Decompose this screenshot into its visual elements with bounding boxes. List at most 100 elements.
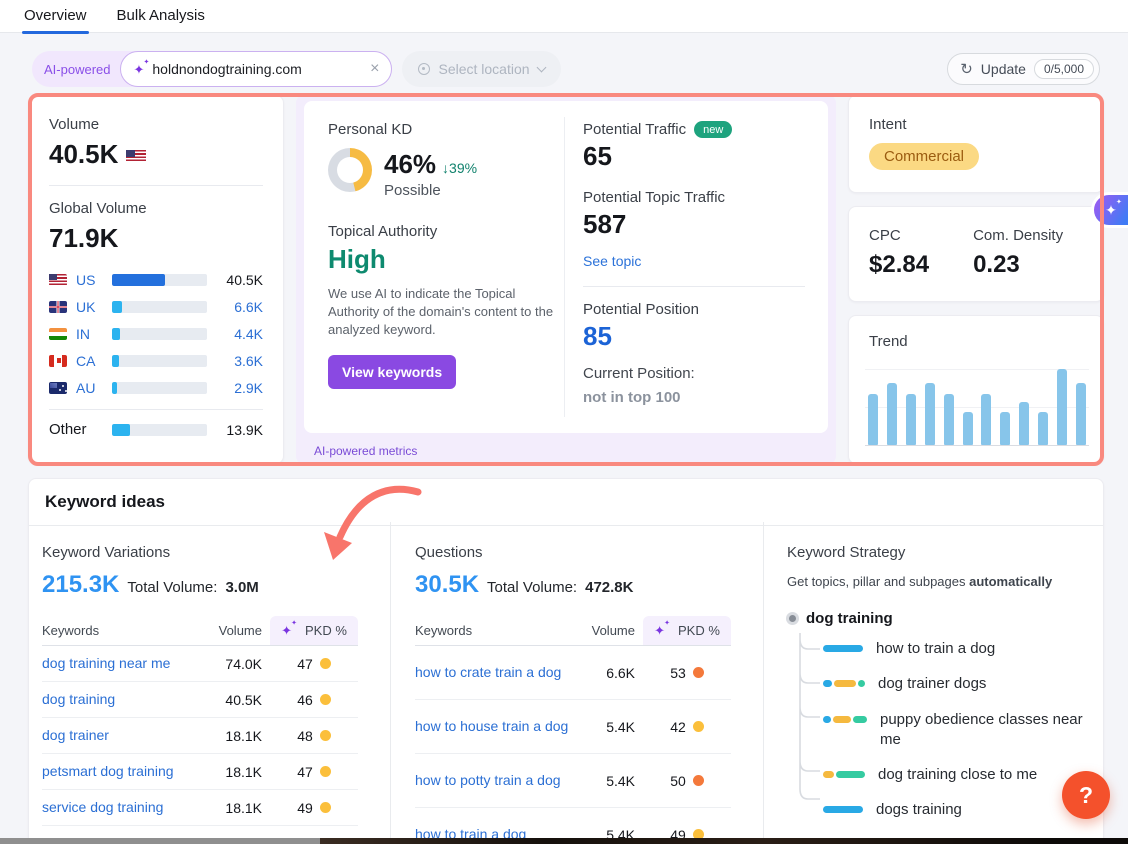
trend-bar [1019,402,1029,445]
subpage-keyword-label: how to train a dog [876,639,995,659]
strategy-root-topic[interactable]: dog training [787,610,1103,627]
keyword-volume: 6.6K [579,665,635,681]
strategy-subpage-item[interactable]: puppy obedience classes near me [823,710,1103,751]
keywords-column-header[interactable]: Keywords [415,616,579,645]
chevron-down-icon [536,63,546,73]
location-select[interactable]: Select location [402,51,560,87]
ai-assistant-floating-button[interactable]: ✦ [1091,192,1128,228]
keyword-link[interactable]: how to house train a dog [415,717,579,735]
keyword-link[interactable]: how to crate train a dog [415,663,579,681]
keyword-volume: 40.5K [206,692,262,708]
ai-powered-search: AI-powered ✦ holdnondogtraining.com × [32,51,392,87]
pkd-column-header[interactable]: ✦PKD % [270,616,358,645]
country-link[interactable]: IN [76,326,102,342]
strategy-subpage-item[interactable]: how to train a dog [823,639,1103,659]
keyword-link[interactable]: dog training near me [42,654,206,672]
questions-count[interactable]: 30.5K [415,571,479,599]
questions-total-label: Total Volume: [487,579,577,596]
country-volume-bar [112,274,207,286]
table-row: how to house train a dog5.4K 42 [415,700,731,754]
new-badge: new [694,121,732,138]
update-button[interactable]: ↻ Update 0/5,000 [947,53,1100,85]
pkd-difficulty-dot [693,721,704,732]
country-row: CA 3.6K [49,347,263,374]
help-button[interactable]: ? [1062,771,1110,819]
strategy-subpage-item[interactable]: dog trainer dogs [823,674,1103,694]
potential-traffic-value: 65 [583,141,812,172]
country-volume-value: 3.6K [217,353,263,369]
other-value: 13.9K [217,422,263,438]
kd-value: 46% [384,149,436,179]
subpage-intent-pill-icon [823,645,863,652]
questions-column: Questions 30.5K Total Volume: 472.8K Key… [415,522,731,843]
cpc-value: $2.84 [869,251,929,279]
country-link[interactable]: AU [76,380,102,396]
country-link[interactable]: US [76,272,102,288]
trend-bar [1076,383,1086,445]
topical-authority-value: High [328,244,546,275]
trend-chart [865,362,1089,446]
keyword-pkd: 42 [643,719,731,735]
country-volume-value: 40.5K [217,272,263,288]
volume-column-header[interactable]: Volume [579,616,635,645]
variations-count[interactable]: 215.3K [42,571,119,599]
trend-bar [868,394,878,445]
keyword-volume: 18.1K [206,764,262,780]
strategy-subpage-item[interactable]: dog training close to me [823,765,1103,785]
keyword-link[interactable]: petsmart dog training [42,762,206,780]
other-volume-bar [112,424,207,436]
pkd-column-header[interactable]: ✦PKD % [643,616,731,645]
keyword-volume: 5.4K [579,719,635,735]
au-flag [49,382,67,394]
see-topic-link[interactable]: See topic [583,253,641,269]
current-position-label: Current Position: [583,365,812,382]
subpage-intent-pill-icon [823,771,865,778]
keyword-pkd: 47 [270,764,358,780]
topical-authority-label: Topical Authority [328,223,546,240]
keyword-link[interactable]: dog training [42,690,206,708]
bottom-content-edge [0,838,1128,844]
keyword-strategy-label: Keyword Strategy [787,544,1103,561]
com-density-value: 0.23 [973,251,1063,279]
tab-bulk-analysis[interactable]: Bulk Analysis [117,0,205,33]
view-keywords-button[interactable]: View keywords [328,355,456,389]
country-link[interactable]: CA [76,353,102,369]
potential-position-label: Potential Position [583,301,812,318]
location-placeholder: Select location [438,61,529,77]
subpage-keyword-label: puppy obedience classes near me [880,710,1103,751]
pkd-difficulty-dot [320,802,331,813]
subpage-keyword-label: dog trainer dogs [878,674,986,694]
pkd-difficulty-dot [693,667,704,678]
table-row: how to potty train a dog5.4K50 [415,754,731,808]
search-row: AI-powered ✦ holdnondogtraining.com × Se… [32,52,1100,86]
country-volume-bar [112,328,207,340]
us-flag [126,150,146,163]
trend-bar [963,412,973,445]
kd-difficulty-label: Possible [384,182,477,199]
keyword-link[interactable]: how to potty train a dog [415,771,579,789]
keyword-volume: 5.4K [579,773,635,789]
keyword-variations-column: Keyword Variations 215.3K Total Volume: … [42,522,358,843]
kd-delta: ↓39% [442,160,477,176]
com-density-label: Com. Density [973,227,1063,244]
trend-bar [944,394,954,445]
ai-sparkle-icon: ✦ [281,624,292,637]
strategy-subpage-item[interactable]: dogs training [823,800,1103,820]
other-label: Other [49,421,102,438]
topic-bullet-icon [789,615,796,622]
keyword-link[interactable]: service dog training [42,798,206,816]
keyword-search-input[interactable]: ✦ holdnondogtraining.com × [120,51,392,87]
intent-badge: Commercial [869,143,979,170]
search-query[interactable]: holdnondogtraining.com [152,61,370,77]
volume-column-header[interactable]: Volume [206,616,262,645]
country-link[interactable]: UK [76,299,102,315]
country-row: AU2.9K [49,374,263,401]
tab-overview[interactable]: Overview [24,0,87,33]
keyword-pkd: 53 [643,665,731,681]
update-label: Update [981,61,1026,77]
clear-search-icon[interactable]: × [370,60,379,78]
keyword-link[interactable]: dog trainer [42,726,206,744]
trend-bar [906,394,916,445]
keywords-column-header[interactable]: Keywords [42,616,206,645]
table-row: how to crate train a dog6.6K 53 [415,646,731,700]
